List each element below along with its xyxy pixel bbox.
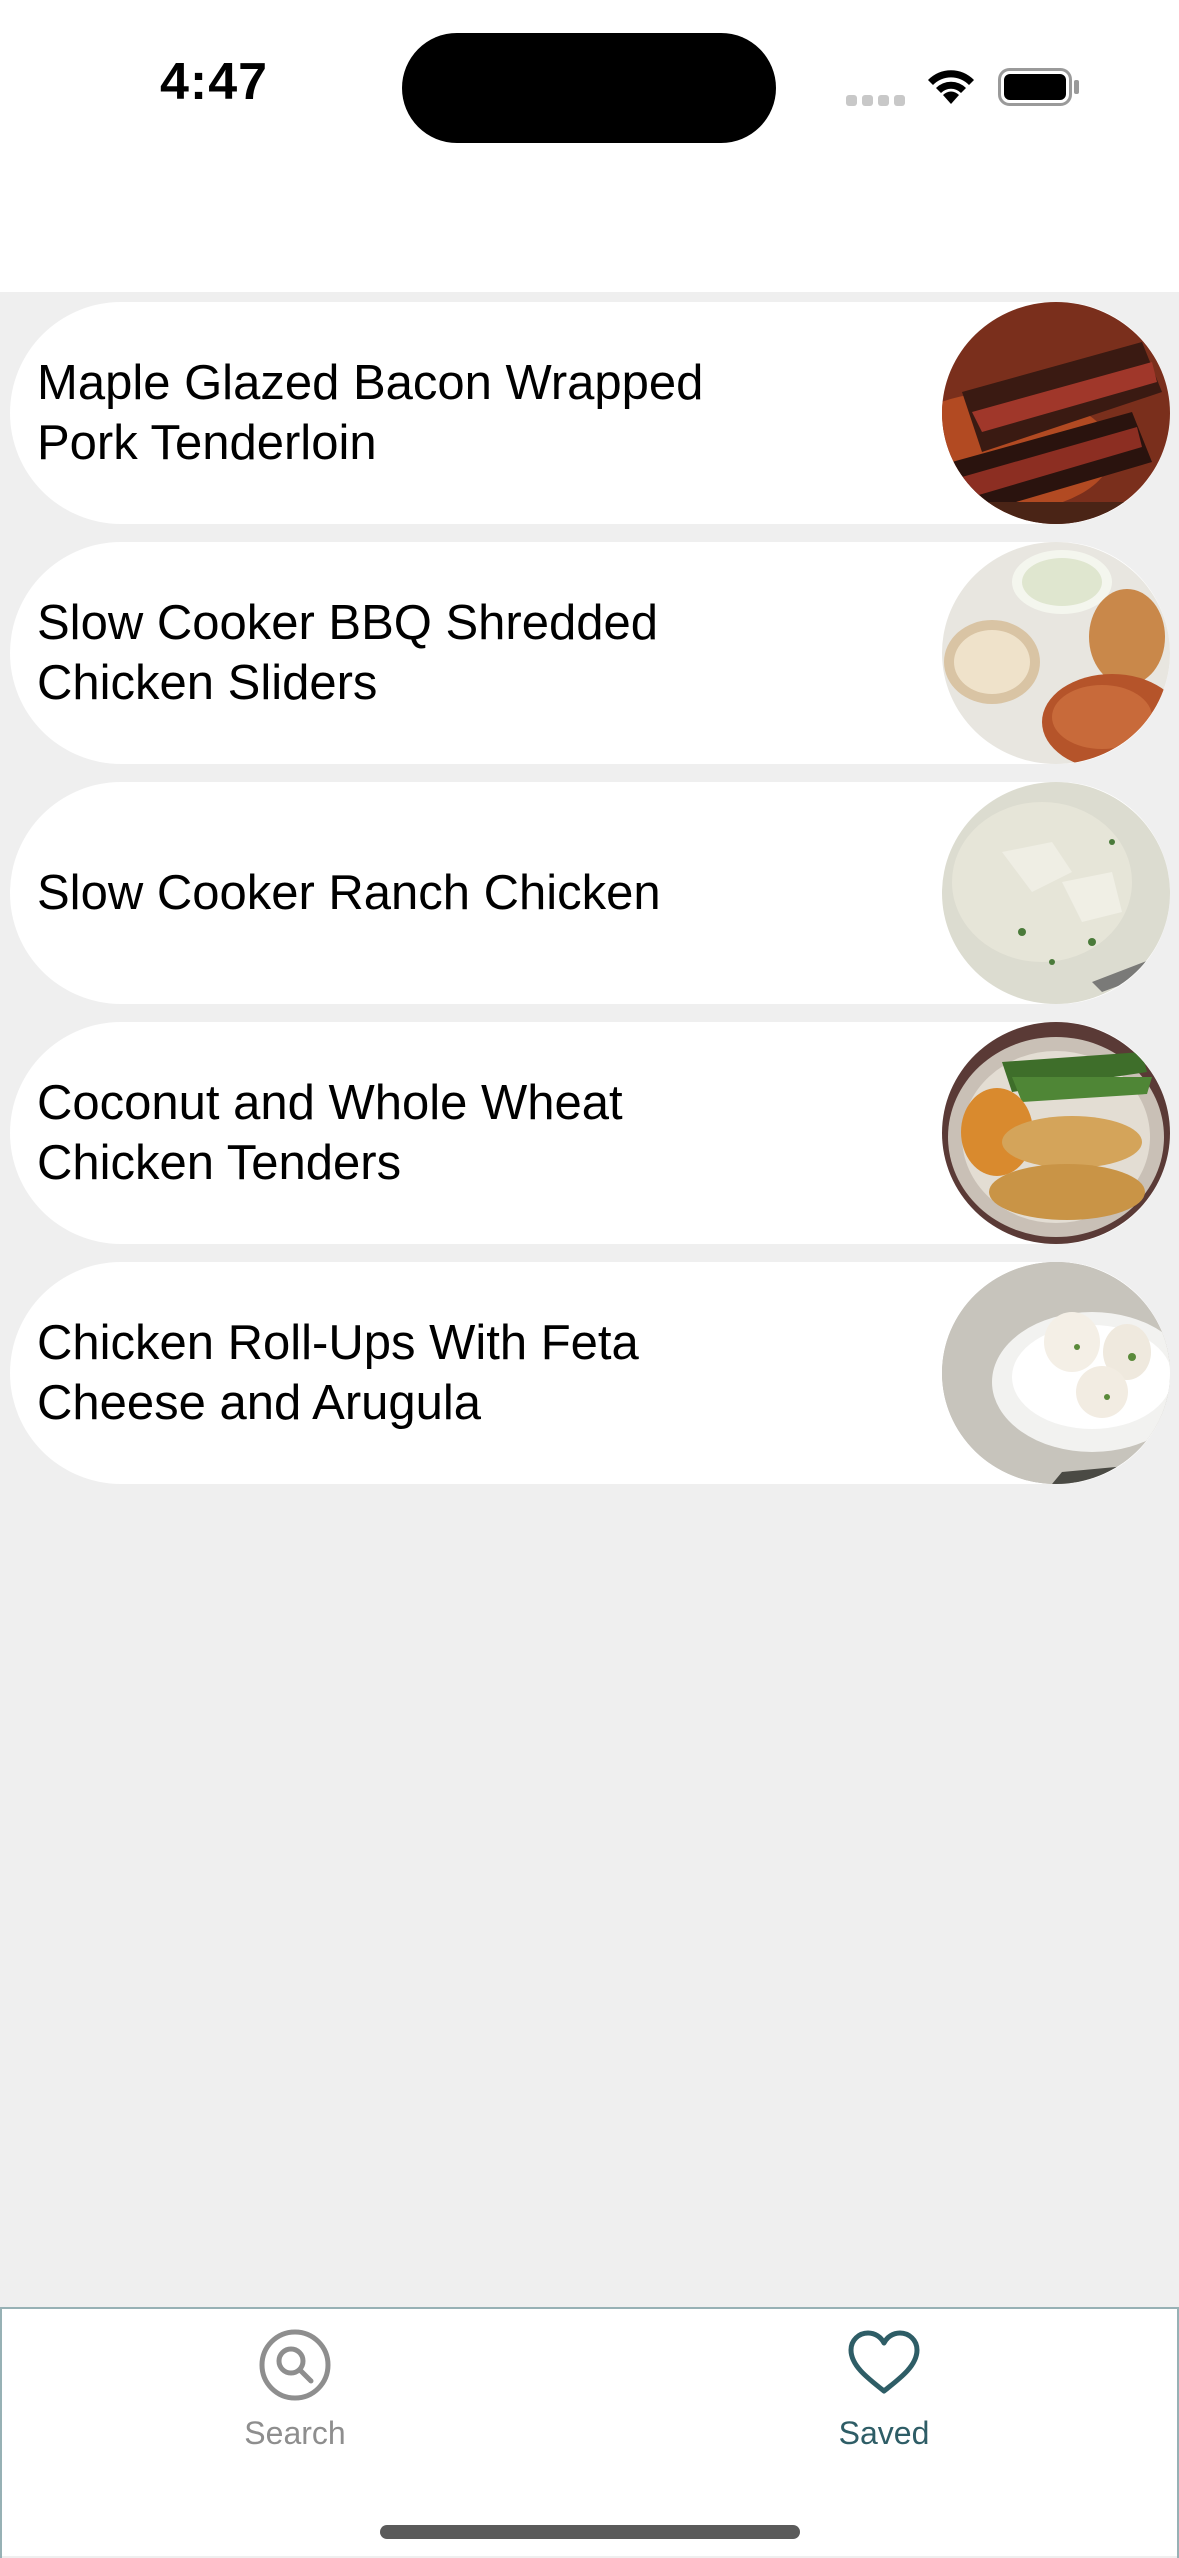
recipe-title: Chicken Roll-Ups With Feta Cheese and Ar… — [37, 1316, 639, 1430]
recipe-title: Slow Cooker Ranch Chicken — [37, 866, 661, 920]
home-indicator[interactable] — [380, 2525, 800, 2539]
status-time: 4:47 — [160, 53, 269, 111]
recipe-title: Slow Cooker BBQ Shredded Chicken Sliders — [37, 596, 658, 710]
recipe-photo — [942, 1022, 1170, 1244]
tab-search[interactable]: Search — [165, 2309, 425, 2479]
recipe-photo — [942, 542, 1170, 764]
magnifier-icon — [259, 2329, 331, 2401]
recipe-card[interactable]: Chicken Roll-Ups With Feta Cheese and Ar… — [10, 1262, 1170, 1484]
tab-search-label: Search — [244, 2415, 346, 2451]
status-bar: 4:47 — [0, 0, 1179, 292]
recipe-title: Coconut and Whole Wheat Chicken Tenders — [37, 1076, 623, 1190]
recipe-card[interactable]: Coconut and Whole Wheat Chicken Tenders — [10, 1022, 1170, 1244]
recipe-card[interactable]: Slow Cooker Ranch Chicken — [10, 782, 1170, 1004]
heart-icon — [848, 2330, 920, 2394]
wifi-icon — [928, 70, 974, 104]
recipe-photo — [942, 782, 1170, 1004]
cellular-signal-icon — [846, 95, 906, 107]
tab-saved[interactable]: Saved — [754, 2309, 1014, 2479]
recipe-card[interactable]: Slow Cooker BBQ Shredded Chicken Sliders — [10, 542, 1170, 764]
tab-saved-label: Saved — [838, 2415, 930, 2451]
recipe-card[interactable]: Maple Glazed Bacon Wrapped Pork Tenderlo… — [10, 302, 1170, 524]
tab-bar: Search Saved — [0, 2307, 1179, 2558]
battery-icon — [998, 68, 1079, 106]
dynamic-island — [402, 33, 776, 143]
recipe-photo — [942, 302, 1170, 524]
recipe-title: Maple Glazed Bacon Wrapped Pork Tenderlo… — [37, 356, 704, 470]
recipe-photo — [942, 1262, 1170, 1484]
